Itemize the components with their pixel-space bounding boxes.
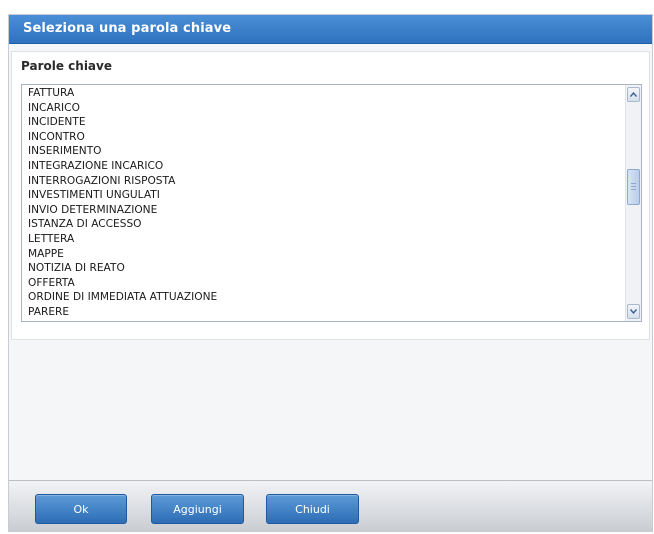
list-item[interactable]: INTEGRAZIONE INCARICO xyxy=(28,159,626,174)
scroll-thumb[interactable] xyxy=(627,169,640,205)
list-item[interactable]: INSERIMENTO xyxy=(28,144,626,159)
chevron-up-icon xyxy=(630,92,637,97)
list-item[interactable]: OFFERTA xyxy=(28,276,626,291)
keywords-listbox[interactable]: FATTURA INCARICO INCIDENTE INCONTRO INSE… xyxy=(21,84,642,322)
scroll-grip-icon xyxy=(631,183,636,191)
dialog-title: Seleziona una parola chiave xyxy=(23,21,232,36)
list-item[interactable]: ORDINE DI IMMEDIATA ATTUAZIONE xyxy=(28,290,626,305)
close-button[interactable]: Chiudi xyxy=(266,494,359,524)
list-item[interactable]: FATTURA xyxy=(28,86,626,101)
list-item[interactable]: INCARICO xyxy=(28,101,626,116)
list-item[interactable]: NOTIZIA DI REATO xyxy=(28,261,626,276)
list-scrollbar[interactable] xyxy=(625,85,641,321)
ok-button[interactable]: Ok xyxy=(35,494,127,524)
list-item[interactable]: LETTERA xyxy=(28,232,626,247)
list-item[interactable]: INVESTIMENTI UNGULATI xyxy=(28,188,626,203)
list-item[interactable]: PARERE xyxy=(28,305,626,320)
list-item[interactable]: ISTANZA DI ACCESSO xyxy=(28,217,626,232)
list-item[interactable]: MAPPE xyxy=(28,247,626,262)
keyword-dialog: Seleziona una parola chiave Parole chiav… xyxy=(8,14,653,532)
keywords-list: FATTURA INCARICO INCIDENTE INCONTRO INSE… xyxy=(28,86,626,320)
add-button[interactable]: Aggiungi xyxy=(151,494,244,524)
dialog-footer: Ok Aggiungi Chiudi xyxy=(9,480,652,531)
chevron-down-icon xyxy=(630,309,637,314)
keywords-label: Parole chiave xyxy=(21,59,112,73)
scroll-down-button[interactable] xyxy=(627,304,640,319)
scroll-up-button[interactable] xyxy=(627,87,640,102)
list-item[interactable]: INTERROGAZIONI RISPOSTA xyxy=(28,174,626,189)
keywords-panel: Parole chiave FATTURA INCARICO INCIDENTE… xyxy=(11,51,650,340)
list-item[interactable]: INVIO DETERMINAZIONE xyxy=(28,203,626,218)
list-item[interactable]: INCONTRO xyxy=(28,130,626,145)
list-item[interactable]: INCIDENTE xyxy=(28,115,626,130)
dialog-titlebar[interactable]: Seleziona una parola chiave xyxy=(9,15,652,44)
